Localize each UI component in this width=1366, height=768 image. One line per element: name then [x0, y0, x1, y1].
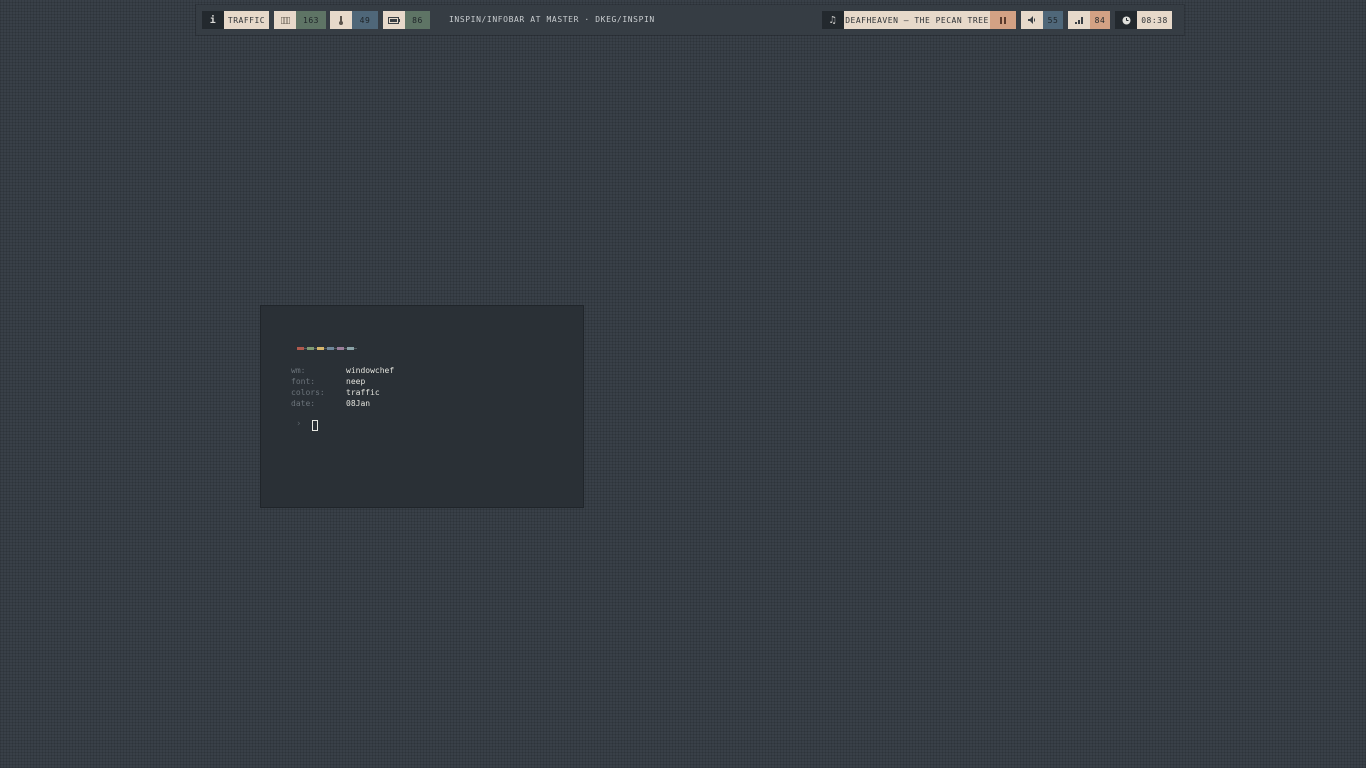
- info-icon[interactable]: i: [202, 11, 224, 29]
- info-value: neep: [346, 377, 366, 386]
- info-row: colors: traffic: [291, 387, 394, 398]
- info-row: wm: windowchef: [291, 365, 394, 376]
- color-swatch: [297, 347, 307, 350]
- clock-icon: [1115, 11, 1137, 29]
- memory-value: 163: [296, 11, 326, 29]
- text-cursor[interactable]: [312, 420, 318, 431]
- volume-value: 55: [1043, 11, 1063, 29]
- info-key: date:: [291, 399, 316, 408]
- battery-value: 86: [405, 11, 430, 29]
- color-swatch: [347, 347, 357, 350]
- info-row: font: neep: [291, 376, 394, 387]
- now-playing[interactable]: DEAFHEAVEN – THE PECAN TREE: [844, 11, 990, 29]
- memory-icon: [274, 11, 296, 29]
- volume-icon[interactable]: [1021, 11, 1043, 29]
- info-row: date: 08Jan: [291, 398, 394, 409]
- prompt-symbol: ›: [296, 419, 302, 429]
- pause-icon[interactable]: [990, 11, 1016, 29]
- info-key: wm:: [291, 366, 306, 375]
- sysinfo: wm: windowchef font: neep colors: traffic date…: [291, 365, 394, 409]
- signal-icon: [1068, 11, 1090, 29]
- music-icon[interactable]: ♫: [822, 11, 844, 29]
- info-key: colors:: [291, 388, 325, 397]
- color-swatch: [337, 347, 347, 350]
- status-bar: i TRAFFIC 163 49 86 INSPIN/INFOBAR AT MA…: [196, 5, 1184, 35]
- color-swatch: [307, 347, 317, 350]
- color-swatch: [327, 347, 337, 350]
- terminal-window[interactable]: wm: windowchef font: neep colors: traffic date…: [261, 306, 583, 507]
- color-swatch: [317, 347, 327, 350]
- battery-icon: [383, 11, 405, 29]
- color-palette: [297, 347, 357, 350]
- window-title: INSPIN/INFOBAR AT MASTER · DKEG/INSPIN: [449, 15, 655, 24]
- clock-time: 08:38: [1137, 11, 1172, 29]
- wifi-value: 84: [1090, 11, 1110, 29]
- info-value: 08Jan: [346, 399, 371, 408]
- info-key: font:: [291, 377, 316, 386]
- workspace-label[interactable]: TRAFFIC: [224, 11, 269, 29]
- temperature-value: 49: [352, 11, 378, 29]
- thermometer-icon: [330, 11, 352, 29]
- info-value: windowchef: [346, 366, 395, 375]
- info-value: traffic: [346, 388, 380, 397]
